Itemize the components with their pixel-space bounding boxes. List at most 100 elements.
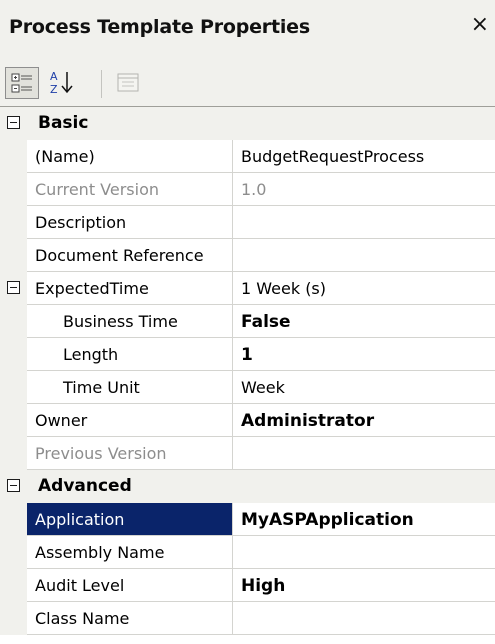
property-name: Description: [35, 213, 127, 232]
window-title: Process Template Properties: [9, 16, 310, 38]
property-row-current-version[interactable]: Current Version 1.0: [0, 173, 495, 206]
row-gutter: [0, 371, 27, 404]
property-grid: Basic (Name) BudgetRequestProcess Curren…: [0, 106, 495, 644]
toolbar: A Z: [0, 62, 495, 106]
property-row-description[interactable]: Description: [0, 206, 495, 239]
row-gutter: [0, 305, 27, 338]
property-value: Week: [241, 378, 285, 397]
property-value-cell[interactable]: [233, 536, 495, 569]
property-name-cell[interactable]: Assembly Name: [27, 536, 233, 569]
svg-text:A: A: [50, 70, 58, 83]
property-row-time-unit[interactable]: Time Unit Week: [0, 371, 495, 404]
property-row-document-reference[interactable]: Document Reference: [0, 239, 495, 272]
property-value-cell[interactable]: 1: [233, 338, 495, 371]
row-gutter: [0, 206, 27, 239]
category-advanced[interactable]: Advanced: [0, 470, 495, 503]
property-value: BudgetRequestProcess: [241, 147, 425, 166]
property-name: Audit Level: [35, 576, 125, 595]
property-name-cell[interactable]: Business Time: [27, 305, 233, 338]
property-value-cell[interactable]: [233, 239, 495, 272]
property-row-previous-version[interactable]: Previous Version: [0, 437, 495, 470]
svg-text:Z: Z: [50, 83, 58, 96]
property-name-cell[interactable]: Audit Level: [27, 569, 233, 602]
property-name: Business Time: [63, 312, 178, 331]
property-row-length[interactable]: Length 1: [0, 338, 495, 371]
property-value-cell[interactable]: [233, 437, 495, 470]
category-basic[interactable]: Basic: [0, 107, 495, 140]
property-row-name[interactable]: (Name) BudgetRequestProcess: [0, 140, 495, 173]
property-value: False: [241, 312, 291, 332]
row-gutter: [0, 338, 27, 371]
property-value: MyASPApplication: [241, 510, 414, 530]
property-row-business-time[interactable]: Business Time False: [0, 305, 495, 338]
property-name-cell[interactable]: ExpectedTime: [27, 272, 233, 305]
close-icon[interactable]: ×: [471, 14, 489, 36]
property-row-application[interactable]: Application MyASPApplication: [0, 503, 495, 536]
property-name: Assembly Name: [35, 543, 165, 562]
property-row-audit-level[interactable]: Audit Level High: [0, 569, 495, 602]
alphabetical-button[interactable]: A Z: [46, 67, 80, 99]
row-gutter: [0, 602, 27, 635]
property-value-cell[interactable]: High: [233, 569, 495, 602]
property-value: 1: [241, 345, 253, 365]
property-value: Administrator: [241, 411, 375, 431]
property-row-assembly-name[interactable]: Assembly Name: [0, 536, 495, 569]
property-name: Owner: [35, 411, 88, 430]
row-gutter: [0, 173, 27, 206]
property-value-cell[interactable]: Week: [233, 371, 495, 404]
category-label: Basic: [38, 113, 89, 133]
property-name: Application: [35, 510, 125, 529]
property-name: Time Unit: [63, 378, 140, 397]
row-gutter: [0, 239, 27, 272]
row-gutter: [0, 404, 27, 437]
collapse-icon[interactable]: [7, 281, 20, 294]
collapse-icon[interactable]: [7, 116, 20, 129]
alphabetical-sort-icon: A Z: [50, 70, 73, 96]
property-name-cell[interactable]: Description: [27, 206, 233, 239]
property-name-cell[interactable]: Current Version: [27, 173, 233, 206]
title-bar: Process Template Properties ×: [0, 0, 495, 62]
row-gutter: [0, 437, 27, 470]
category-label: Advanced: [38, 476, 132, 496]
property-name-cell[interactable]: Document Reference: [27, 239, 233, 272]
property-value: 1.0: [241, 180, 267, 199]
row-gutter: [0, 272, 27, 305]
property-name-cell[interactable]: Length: [27, 338, 233, 371]
property-name-cell[interactable]: Class Name: [27, 602, 233, 635]
property-value-cell[interactable]: MyASPApplication: [233, 503, 495, 536]
property-name-cell[interactable]: Application: [27, 503, 233, 536]
property-value-cell[interactable]: [233, 602, 495, 635]
property-row-owner[interactable]: Owner Administrator: [0, 404, 495, 437]
property-name: Current Version: [35, 180, 160, 199]
property-name-cell[interactable]: Previous Version: [27, 437, 233, 470]
property-pages-icon: [117, 73, 139, 92]
property-row-class-name[interactable]: Class Name: [0, 602, 495, 635]
property-value-cell[interactable]: BudgetRequestProcess: [233, 140, 495, 173]
property-name-cell[interactable]: Owner: [27, 404, 233, 437]
property-value: 1 Week (s): [241, 279, 327, 298]
property-name: Previous Version: [35, 444, 167, 463]
collapse-icon[interactable]: [7, 479, 20, 492]
row-gutter: [0, 569, 27, 602]
categorized-icon: [11, 73, 32, 93]
property-value-cell[interactable]: 1 Week (s): [233, 272, 495, 305]
property-value-cell[interactable]: Administrator: [233, 404, 495, 437]
property-value-cell[interactable]: 1.0: [233, 173, 495, 206]
property-value-cell[interactable]: False: [233, 305, 495, 338]
property-row-expected-time[interactable]: ExpectedTime 1 Week (s): [0, 272, 495, 305]
row-gutter: [0, 503, 27, 536]
toolbar-separator: [101, 70, 102, 98]
property-name: Length: [63, 345, 119, 364]
row-gutter: [0, 140, 27, 173]
property-name-cell[interactable]: Time Unit: [27, 371, 233, 404]
property-value: High: [241, 576, 286, 596]
property-name: Document Reference: [35, 246, 204, 265]
property-value-cell[interactable]: [233, 206, 495, 239]
categorized-button[interactable]: [5, 67, 39, 99]
property-pages-button[interactable]: [112, 67, 146, 99]
row-gutter: [0, 536, 27, 569]
property-name: ExpectedTime: [35, 279, 149, 298]
property-name-cell[interactable]: (Name): [27, 140, 233, 173]
property-name: (Name): [35, 147, 95, 166]
property-name: Class Name: [35, 609, 130, 628]
